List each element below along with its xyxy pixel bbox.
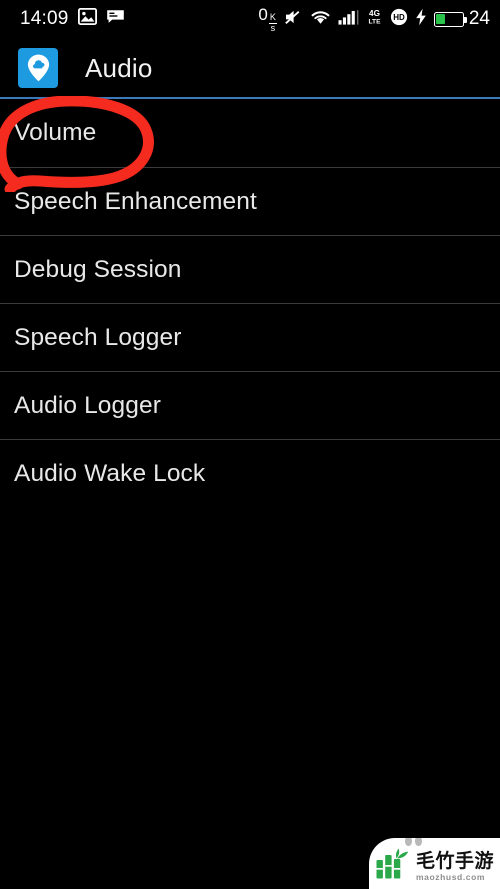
status-bar-clock: 14:09 xyxy=(20,8,69,29)
list-item-label: Audio Logger xyxy=(14,391,161,419)
hd-icon: HD xyxy=(390,8,408,31)
svg-text:LTE: LTE xyxy=(368,18,381,25)
status-bar-left: 14:09 xyxy=(20,7,125,30)
watermark: 毛竹手游 maozhusd.com xyxy=(369,838,500,889)
list-item-speech-enhancement[interactable]: Speech Enhancement xyxy=(0,167,500,235)
charging-bolt-icon xyxy=(415,8,427,31)
cloud-pin-app-icon xyxy=(18,48,58,88)
battery-icon xyxy=(433,11,467,27)
svg-text:4G: 4G xyxy=(369,9,380,18)
wifi-icon xyxy=(310,9,331,30)
list-item-label: Speech Logger xyxy=(14,323,182,351)
photo-icon xyxy=(77,7,97,30)
battery-percent-label: 24 xyxy=(468,8,490,29)
list-item-speech-logger[interactable]: Speech Logger xyxy=(0,303,500,371)
svg-text:HD: HD xyxy=(393,13,405,22)
network-speed-indicator: 0 K s xyxy=(258,5,277,33)
network-speed-unit: K s xyxy=(268,12,277,33)
4g-lte-icon: 4G LTE xyxy=(366,8,383,30)
mute-icon xyxy=(284,8,303,31)
battery-fill xyxy=(436,14,445,24)
list-item-label: Debug Session xyxy=(14,255,182,283)
network-speed-value: 0 xyxy=(258,5,268,24)
watermark-content: 毛竹手游 maozhusd.com xyxy=(375,842,494,886)
list-item-label: Audio Wake Lock xyxy=(14,459,206,487)
page-title: Audio xyxy=(85,52,153,83)
signal-bars-icon xyxy=(338,9,359,30)
settings-list: Volume Speech Enhancement Debug Session … xyxy=(0,99,500,507)
status-bar: 14:09 0 K s 4G LTE HD 24 xyxy=(0,0,500,38)
battery-indicator: 24 xyxy=(433,8,490,30)
watermark-text: 毛竹手游 maozhusd.com xyxy=(416,852,494,882)
list-item-label: Volume xyxy=(14,119,97,146)
status-bar-right: 0 K s 4G LTE HD 24 xyxy=(258,5,490,33)
list-item-debug-session[interactable]: Debug Session xyxy=(0,235,500,303)
list-item-audio-logger[interactable]: Audio Logger xyxy=(0,371,500,439)
app-header: Audio xyxy=(0,38,500,98)
bamboo-logo xyxy=(375,848,411,886)
list-item-label: Speech Enhancement xyxy=(14,187,257,215)
watermark-brand: 毛竹手游 xyxy=(415,850,494,872)
list-item-volume[interactable]: Volume xyxy=(0,99,500,167)
phone-screen: 14:09 0 K s 4G LTE HD 24 Audio Volume Sp… xyxy=(0,0,500,889)
list-item-audio-wake-lock[interactable]: Audio Wake Lock xyxy=(0,439,500,507)
bamboo-logo-dots xyxy=(405,838,422,846)
message-icon xyxy=(106,9,125,30)
watermark-url: maozhusd.com xyxy=(415,871,486,882)
